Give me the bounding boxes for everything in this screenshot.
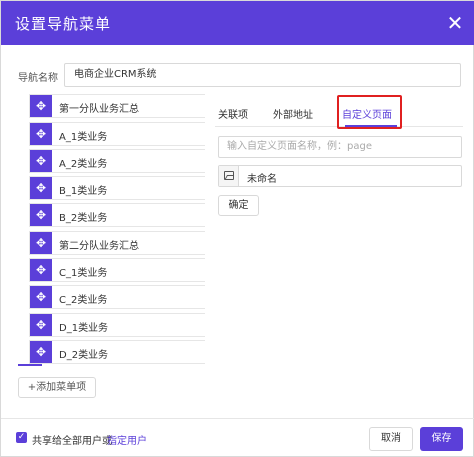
list-item-label: C_2类业务 bbox=[59, 295, 108, 306]
list-item[interactable]: ✥ A_2类业务 bbox=[29, 149, 205, 173]
tab-external-url[interactable]: 外部地址 bbox=[273, 106, 313, 121]
icon-field-value: 未命名 bbox=[247, 174, 277, 185]
list-item-label: A_2类业务 bbox=[59, 159, 108, 170]
move-icon[interactable]: ✥ bbox=[30, 177, 52, 199]
list-item[interactable]: ✥ C_1类业务 bbox=[29, 258, 205, 282]
menu-item-list: ✥ 第一分队业务汇总 ✥ A_1类业务 ✥ A_2类业务 ✥ B_1类业务 ✥ … bbox=[17, 94, 205, 366]
image-icon[interactable] bbox=[219, 166, 239, 186]
move-icon[interactable]: ✥ bbox=[30, 123, 52, 145]
move-icon[interactable]: ✥ bbox=[30, 314, 52, 336]
list-item[interactable]: ✥ C_2类业务 bbox=[29, 285, 205, 309]
list-item-label: B_2类业务 bbox=[59, 213, 108, 224]
footer-divider bbox=[1, 418, 474, 419]
share-text: 共享给全部用户或 bbox=[32, 436, 112, 447]
add-menu-item-button[interactable]: +添加菜单项 bbox=[18, 377, 96, 398]
list-item-label: C_1类业务 bbox=[59, 268, 108, 279]
list-item[interactable]: ✥ D_1类业务 bbox=[29, 313, 205, 337]
move-icon[interactable]: ✥ bbox=[30, 259, 52, 281]
move-icon[interactable]: ✥ bbox=[30, 232, 52, 254]
close-icon[interactable]: ✕ bbox=[445, 13, 465, 33]
custom-page-icon-field[interactable]: 未命名 bbox=[218, 165, 462, 187]
list-item-label: 第二分队业务汇总 bbox=[59, 241, 139, 252]
list-item[interactable]: ✥ 第一分队业务汇总 bbox=[29, 94, 205, 118]
share-checkbox[interactable]: ✓ bbox=[16, 432, 27, 443]
list-item[interactable]: ✥ B_2类业务 bbox=[29, 203, 205, 227]
cancel-button[interactable]: 取消 bbox=[369, 427, 413, 451]
list-item-label: B_1类业务 bbox=[59, 186, 108, 197]
list-item-label: D_2类业务 bbox=[59, 350, 109, 361]
dialog-title: 设置导航菜单 bbox=[15, 15, 112, 33]
save-button[interactable]: 保存 bbox=[420, 427, 463, 451]
move-icon[interactable]: ✥ bbox=[30, 150, 52, 172]
highlight-annotation bbox=[337, 95, 402, 129]
confirm-button[interactable]: 确定 bbox=[218, 195, 259, 216]
move-icon[interactable]: ✥ bbox=[30, 204, 52, 226]
list-item[interactable]: ✥ D_2类业务 bbox=[29, 340, 205, 364]
list-item-label: 第一分队业务汇总 bbox=[59, 104, 139, 115]
list-item[interactable]: ✥ 第二分队业务汇总 bbox=[29, 231, 205, 255]
nav-name-input[interactable]: 电商企业CRM系统 bbox=[64, 63, 461, 87]
nav-menu-dialog: 设置导航菜单 ✕ 导航名称 电商企业CRM系统 ✥ 第一分队业务汇总 ✥ A_1… bbox=[0, 0, 474, 457]
custom-page-name-input[interactable]: 输入自定义页面名称，例：page bbox=[218, 136, 462, 158]
tab-linked-item[interactable]: 关联项 bbox=[218, 106, 248, 121]
list-item-label: A_1类业务 bbox=[59, 132, 108, 143]
specify-users-link[interactable]: 指定用户 bbox=[107, 432, 147, 447]
list-item[interactable]: ✥ B_1类业务 bbox=[29, 176, 205, 200]
list-item[interactable]: ✥ A_1类业务 bbox=[29, 122, 205, 146]
move-icon[interactable]: ✥ bbox=[30, 341, 52, 363]
list-scrollbar[interactable] bbox=[18, 364, 42, 366]
nav-name-label: 导航名称 bbox=[18, 73, 58, 84]
move-icon[interactable]: ✥ bbox=[30, 95, 52, 117]
list-item-label: D_1类业务 bbox=[59, 323, 109, 334]
move-icon[interactable]: ✥ bbox=[30, 286, 52, 308]
dialog-header: 设置导航菜单 ✕ bbox=[1, 1, 474, 45]
